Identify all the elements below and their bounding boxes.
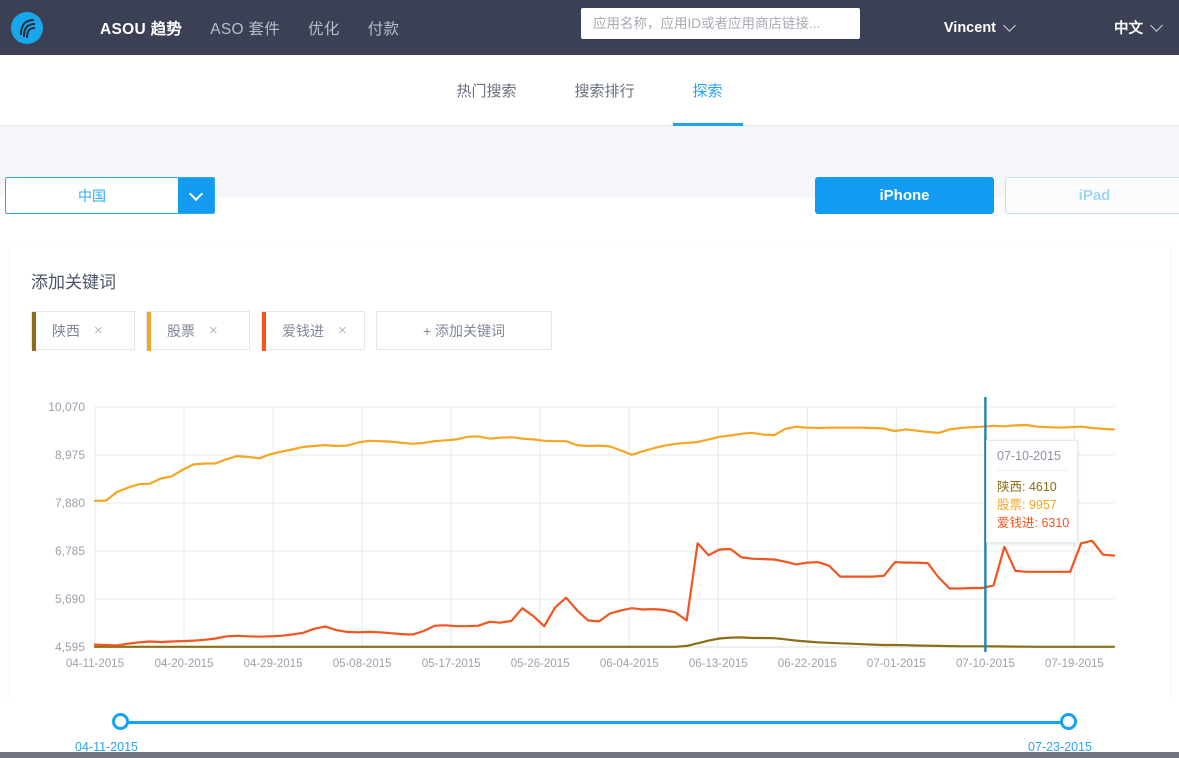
range-handle-end[interactable] xyxy=(1060,713,1077,730)
user-name-label: Vincent xyxy=(943,19,996,36)
chevron-down-icon xyxy=(1003,19,1016,32)
svg-text:06-13-2015: 06-13-2015 xyxy=(689,658,748,670)
range-track[interactable] xyxy=(121,721,1069,724)
tab-search-ranking[interactable]: 搜索排行 xyxy=(554,55,654,126)
svg-text:04-11-2015: 04-11-2015 xyxy=(66,658,124,670)
keyword-chip-aiqianjin[interactable]: 爱钱进 × xyxy=(261,311,365,351)
tooltip-rows: 陕西: 4610 股票: 9957 爱钱进: 6310 xyxy=(997,471,1070,532)
device-toggle-group: iPhone iPad xyxy=(815,177,1179,214)
keyword-color-bar xyxy=(32,312,36,351)
country-select[interactable]: 中国 xyxy=(5,177,215,214)
language-menu[interactable]: 中文 xyxy=(1114,17,1163,38)
nav-link-aso-suite[interactable]: ASO 套件 xyxy=(210,17,280,39)
svg-text:05-17-2015: 05-17-2015 xyxy=(422,658,481,670)
tooltip-date: 07-10-2015 xyxy=(997,449,1067,471)
svg-text:07-01-2015: 07-01-2015 xyxy=(867,658,926,670)
svg-text:07-10-2015: 07-10-2015 xyxy=(956,658,1015,670)
nav-link-payment[interactable]: 付款 xyxy=(368,17,400,39)
range-handle-start[interactable] xyxy=(112,713,129,730)
tab-explore[interactable]: 探索 xyxy=(672,55,743,126)
remove-keyword-icon[interactable]: × xyxy=(338,323,347,338)
svg-text:4,595: 4,595 xyxy=(55,640,85,654)
device-button-iphone[interactable]: iPhone xyxy=(815,177,994,214)
chart-tooltip: 07-10-2015 陕西: 4610 股票: 9957 爱钱进: 6310 xyxy=(986,440,1078,543)
primary-nav: ASOU 趋势 ASO 套件 优化 付款 xyxy=(100,17,427,39)
chevron-down-icon xyxy=(188,186,204,201)
svg-text:5,690: 5,690 xyxy=(55,592,85,606)
tab-list: 热门搜索 搜索排行 探索 xyxy=(427,55,751,126)
svg-text:7,880: 7,880 xyxy=(55,496,85,510)
remove-keyword-icon[interactable]: × xyxy=(94,323,103,338)
navbar-right: Vincent 中文 xyxy=(943,0,1163,55)
keyword-chip-gupiao[interactable]: 股票 × xyxy=(146,311,250,351)
nav-link-asou-trends[interactable]: ASOU 趋势 xyxy=(100,17,182,39)
svg-text:6,785: 6,785 xyxy=(55,544,85,558)
svg-text:8,975: 8,975 xyxy=(55,448,85,462)
keyword-color-bar xyxy=(262,312,266,351)
chevron-down-icon xyxy=(1150,19,1163,32)
keyword-label: 股票 xyxy=(167,322,195,339)
logo-glyph xyxy=(20,18,36,38)
svg-text:10,070: 10,070 xyxy=(48,400,85,414)
svg-text:07-19-2015: 07-19-2015 xyxy=(1045,658,1104,670)
tab-explore-label: 探索 xyxy=(692,83,723,100)
keyword-chip-row: 陕西 × 股票 × 爱钱进 × + 添加关键词 xyxy=(31,311,552,351)
country-select-toggle[interactable] xyxy=(178,178,214,213)
secondary-nav: 热门搜索 搜索排行 探索 xyxy=(0,55,1179,126)
tab-search-ranking-label: 搜索排行 xyxy=(574,83,635,100)
keyword-chip-shaanxi[interactable]: 陕西 × xyxy=(31,311,135,351)
keyword-label: 爱钱进 xyxy=(282,322,324,339)
language-label: 中文 xyxy=(1114,21,1143,37)
add-keyword-button[interactable]: + 添加关键词 xyxy=(376,311,552,350)
svg-text:05-08-2015: 05-08-2015 xyxy=(333,658,392,670)
svg-text:04-20-2015: 04-20-2015 xyxy=(155,658,214,670)
svg-text:05-26-2015: 05-26-2015 xyxy=(511,658,570,670)
country-select-value: 中国 xyxy=(78,187,106,204)
nav-link-optimize[interactable]: 优化 xyxy=(308,17,340,39)
asou-logo-icon[interactable] xyxy=(11,11,43,44)
keyword-color-bar xyxy=(147,312,151,351)
top-navbar: ASOU 趋势 ASO 套件 优化 付款 Vincent 中文 xyxy=(0,0,1179,55)
svg-text:04-29-2015: 04-29-2015 xyxy=(244,658,303,670)
date-range-slider[interactable]: 04-11-2015 07-23-2015 xyxy=(0,700,1179,758)
svg-text:06-04-2015: 06-04-2015 xyxy=(600,658,659,670)
remove-keyword-icon[interactable]: × xyxy=(209,323,218,338)
tooltip-row-shaanxi: 陕西: 4610 xyxy=(997,480,1057,494)
keyword-label: 陕西 xyxy=(52,322,80,339)
tooltip-row-gupiao: 股票: 9957 xyxy=(997,498,1057,512)
app-search-input[interactable] xyxy=(581,8,860,39)
tooltip-row-aiqianjin: 爱钱进: 6310 xyxy=(997,516,1070,530)
device-button-ipad[interactable]: iPad xyxy=(1005,177,1179,214)
tab-hot-search[interactable]: 热门搜索 xyxy=(436,55,536,126)
logo-container[interactable] xyxy=(4,11,50,44)
user-menu[interactable]: Vincent xyxy=(943,19,1016,36)
tab-hot-search-label: 热门搜索 xyxy=(456,83,517,100)
svg-text:06-22-2015: 06-22-2015 xyxy=(778,658,837,670)
card-title: 添加关键词 xyxy=(31,273,116,292)
background-window-strip xyxy=(0,752,1179,758)
